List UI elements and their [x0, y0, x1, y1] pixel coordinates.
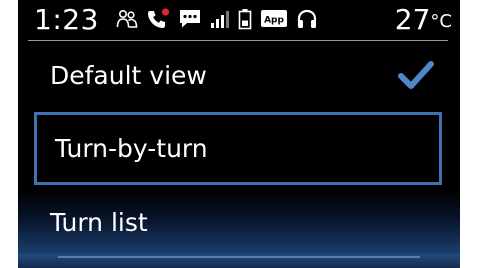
headset-icon — [296, 8, 318, 30]
checkmark-icon — [396, 59, 436, 97]
message-icon — [178, 8, 202, 30]
bottom-divider — [58, 256, 420, 258]
menu-item-label: Default view — [50, 60, 207, 90]
menu-item-default-view[interactable]: Default view — [18, 45, 460, 105]
outside-temperature: 27°C — [395, 4, 452, 38]
status-divider — [28, 40, 448, 41]
menu-item-label: Turn list — [50, 207, 148, 237]
app-icon: App — [260, 8, 288, 30]
temperature-value: 27 — [394, 3, 431, 36]
infotainment-screen: 1:23 App 27°C Default view Turn-by-turn … — [18, 0, 460, 268]
signal-icon — [210, 8, 230, 30]
people-icon — [116, 8, 138, 30]
temperature-unit: °C — [430, 11, 452, 32]
menu-item-label: Turn-by-turn — [55, 134, 208, 163]
battery-icon — [238, 8, 252, 30]
menu-item-turn-by-turn[interactable]: Turn-by-turn — [34, 112, 442, 185]
status-bar: 1:23 App 27°C — [18, 0, 460, 40]
phone-missed-icon — [146, 8, 170, 30]
app-badge-text: App — [264, 16, 284, 26]
status-icons: App — [116, 6, 318, 32]
menu-item-turn-list[interactable]: Turn list — [18, 190, 460, 254]
clock: 1:23 — [34, 3, 99, 36]
